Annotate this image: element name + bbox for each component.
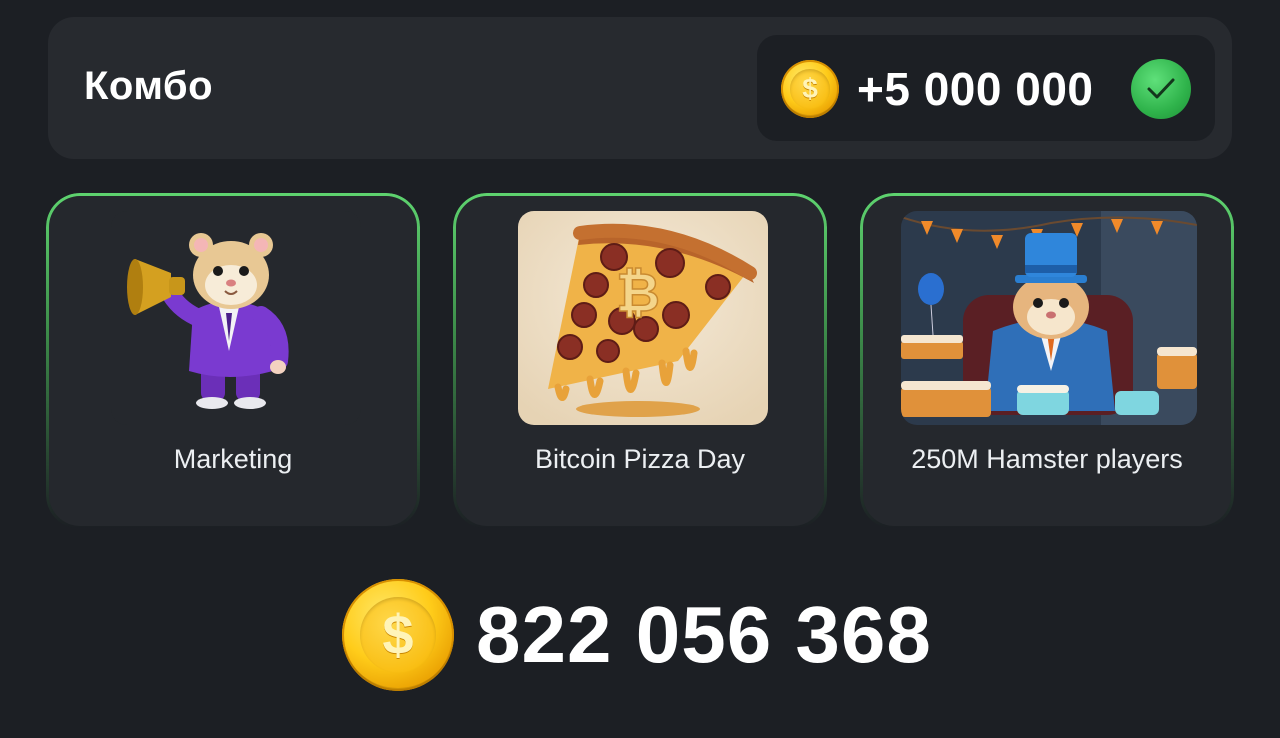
svg-text:₿: ₿: [616, 261, 660, 324]
bitcoin-pizza-image: ₿: [518, 211, 768, 425]
coin-icon: $: [781, 60, 839, 118]
card-label: Marketing: [173, 444, 293, 474]
hamster-megaphone-image: [111, 211, 361, 425]
combo-card-250m-hamster-players[interactable]: 250M Hamster players: [860, 193, 1234, 529]
combo-card-bitcoin-pizza-day[interactable]: ₿ Bitcoin Pizza Day: [453, 193, 827, 529]
hamster-party-image: [901, 211, 1197, 425]
card-label: 250M Hamster players: [911, 444, 1183, 474]
check-icon: [1131, 59, 1191, 119]
combo-reward-amount: +5 000 000: [857, 63, 1094, 115]
balance-amount: 822 056 368: [476, 590, 932, 679]
combo-title: Комбо: [84, 64, 214, 108]
combo-card-marketing[interactable]: Marketing: [46, 193, 420, 529]
combo-bar: Комбо $ +5 000 000: [48, 17, 1232, 159]
coin-icon: $: [342, 579, 454, 691]
combo-reward: $ +5 000 000: [757, 35, 1215, 141]
balance-display: $ 822 056 368: [340, 577, 960, 693]
card-label: Bitcoin Pizza Day: [534, 444, 746, 474]
